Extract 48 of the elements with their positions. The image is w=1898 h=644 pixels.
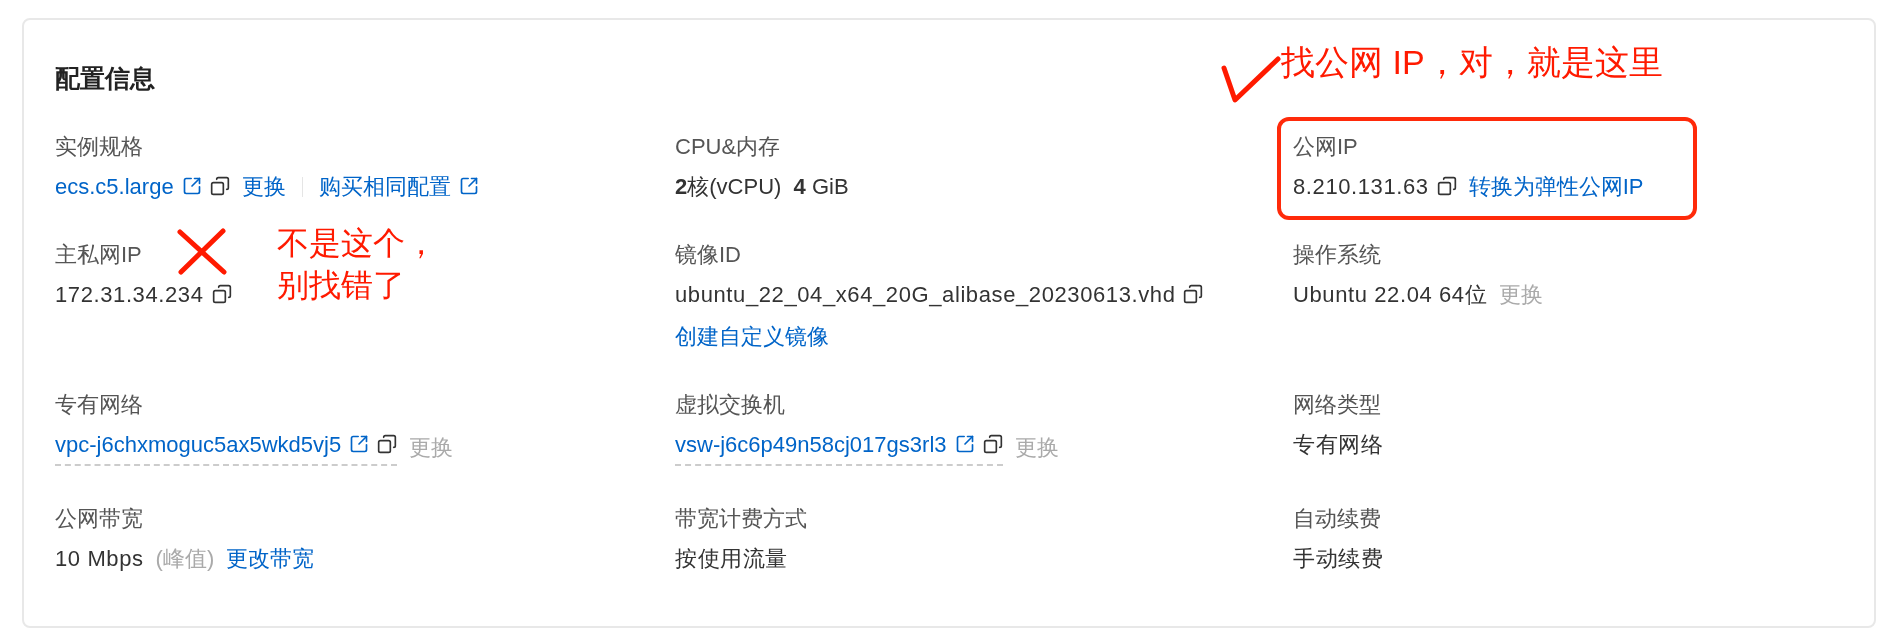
- value-text: 专有网络: [1293, 432, 1384, 457]
- external-link-icon[interactable]: [954, 434, 975, 454]
- value-text: 2核(vCPU) 4 GiB: [675, 173, 849, 201]
- copy-icon[interactable]: [1436, 176, 1457, 196]
- external-link-icon[interactable]: [349, 434, 370, 454]
- link[interactable]: 购买相同配置: [318, 174, 451, 199]
- value-text: 10 Mbps: [55, 546, 144, 571]
- link[interactable]: ecs.c5.large: [55, 174, 174, 199]
- field-label: 镜像ID: [675, 241, 741, 269]
- link[interactable]: vsw-j6c6p49n58cj017gs3rl3: [675, 432, 947, 457]
- field-label: 实例规格: [55, 133, 143, 161]
- link[interactable]: 创建自定义镜像: [675, 324, 829, 349]
- field-label: CPU&内存: [675, 133, 781, 161]
- copy-icon[interactable]: [982, 434, 1003, 454]
- copy-icon[interactable]: [211, 284, 232, 304]
- copy-icon[interactable]: [209, 176, 230, 196]
- section-title: 配置信息: [55, 64, 155, 92]
- muted-text: 更换: [1014, 435, 1059, 460]
- muted-text: 更换: [409, 435, 454, 460]
- annotation-note: 找公网 IP，对，就是这里: [1281, 42, 1663, 82]
- muted-text: 更换: [1499, 282, 1544, 307]
- value-text: Ubuntu 22.04 64位: [1293, 282, 1488, 307]
- value-text: 按使用流量: [675, 546, 788, 571]
- external-link-icon[interactable]: [458, 176, 479, 196]
- link[interactable]: 转换为弹性公网IP: [1468, 174, 1644, 199]
- field-label: 操作系统: [1293, 241, 1381, 269]
- value-text: 8.210.131.63: [1293, 174, 1429, 199]
- value-text: ubuntu_22_04_x64_20G_alibase_20230613.vhd: [675, 282, 1176, 307]
- check-mark-icon: [1221, 56, 1281, 104]
- copy-icon[interactable]: [377, 434, 398, 454]
- copy-icon[interactable]: [1183, 284, 1204, 304]
- field-label: 虚拟交换机: [675, 391, 785, 419]
- field-label: 公网IP: [1293, 133, 1358, 161]
- cross-mark-icon: [176, 228, 228, 276]
- field-label: 公网带宽: [55, 505, 143, 533]
- muted-text: (峰值): [155, 546, 215, 571]
- field-label: 网络类型: [1293, 391, 1381, 419]
- link[interactable]: 更换: [241, 174, 286, 199]
- field-label: 自动续费: [1293, 505, 1381, 533]
- link[interactable]: vpc-j6chxmoguc5ax5wkd5vj5: [55, 432, 342, 457]
- field-label: 主私网IP: [55, 241, 142, 269]
- value-text: 172.31.34.234: [55, 282, 204, 307]
- field-label: 带宽计费方式: [675, 505, 807, 533]
- external-link-icon[interactable]: [181, 176, 202, 196]
- field-label: 专有网络: [55, 391, 143, 419]
- annotation-note: 不是这个，别找错了: [277, 224, 437, 305]
- value-text: 手动续费: [1293, 546, 1384, 571]
- link[interactable]: 更改带宽: [226, 546, 315, 571]
